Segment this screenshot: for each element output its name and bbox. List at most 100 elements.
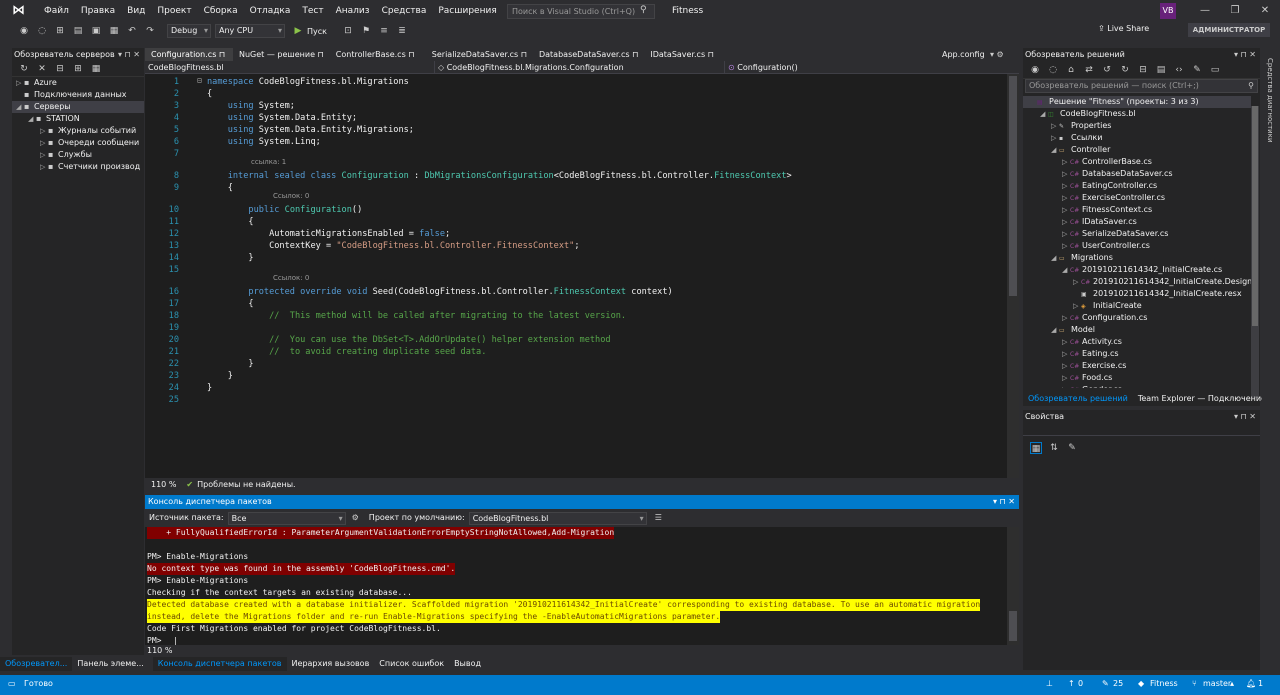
configuration-select[interactable]: Debug (167, 24, 211, 38)
new-project-icon[interactable]: ⊞ (54, 25, 66, 37)
se-home-icon[interactable]: ⌂ (1065, 64, 1077, 76)
pencil-icon[interactable]: ✎ (1102, 677, 1109, 691)
diagnostics-tab[interactable]: Средства диагностики (1266, 58, 1274, 143)
console-scrollbar-thumb[interactable] (1009, 611, 1017, 641)
console-scrollbar[interactable] (1007, 527, 1019, 645)
bottom-tab[interactable]: Список ошибок (374, 657, 449, 671)
unpushed-count[interactable]: 0 (1078, 677, 1083, 691)
solution-tree-item[interactable]: ▷ C# ControllerBase.cs (1023, 156, 1251, 168)
se-forward-icon[interactable]: ◌ (1047, 64, 1059, 76)
repo-name[interactable]: Fitness (1150, 677, 1178, 691)
solution-tree-item[interactable]: ▤ Решение "Fitness" (проекты: 3 из 3) (1023, 96, 1251, 108)
project-dropdown[interactable]: CodeBlogFitness.bl (145, 61, 435, 73)
solution-tree-item[interactable]: ▷ C# Food.cs (1023, 372, 1251, 384)
tree-item[interactable]: ▷ ▪ Azure (12, 77, 144, 89)
connect-server-icon[interactable]: ⊞ (72, 63, 84, 75)
property-pages-icon[interactable]: ✎ (1066, 442, 1078, 454)
branch-icon[interactable]: ⑂ (1192, 677, 1197, 691)
outline-collapse-icon[interactable]: ⊟ (197, 76, 202, 85)
solution-tree-item[interactable]: ▷ C# Configuration.cs (1023, 312, 1251, 324)
lf-icon[interactable]: ⊥ (1046, 677, 1053, 691)
menu-item[interactable]: Сборка (198, 0, 244, 22)
expand-arrow-icon[interactable]: ▷ (1062, 156, 1070, 168)
search-icon[interactable]: ⚲ (640, 5, 647, 15)
se-collapse-icon[interactable]: ⊟ (1137, 64, 1149, 76)
expand-arrow-icon[interactable]: ▷ (1051, 120, 1059, 132)
settings-icon[interactable]: ⚙ (346, 509, 365, 527)
solution-tree-item[interactable]: ▣ 201910211614342_InitialCreate.resx (1023, 288, 1251, 300)
se-show-all-icon[interactable]: ▤ (1155, 64, 1167, 76)
se-back-icon[interactable]: ◉ (1029, 64, 1041, 76)
quick-launch-input[interactable]: Поиск в Visual Studio (Ctrl+Q) (507, 4, 655, 19)
tab-app-config[interactable]: App.config (942, 48, 985, 61)
expand-arrow-icon[interactable]: ▷ (1062, 240, 1070, 252)
undo-icon[interactable]: ↶ (126, 25, 138, 37)
expand-arrow-icon[interactable]: ▷ (40, 137, 48, 149)
restore-icon[interactable]: ❐ (1226, 2, 1244, 20)
expand-arrow-icon[interactable]: ◢ (1040, 108, 1048, 120)
editor-scrollbar[interactable] (1007, 74, 1019, 478)
menu-item[interactable]: Файл (38, 0, 75, 22)
solution-tree-item[interactable]: ▷ ✎ Properties (1023, 120, 1251, 132)
expand-arrow-icon[interactable]: ▷ (1062, 192, 1070, 204)
uncomment-icon[interactable]: ≣ (396, 25, 408, 37)
refresh-icon[interactable]: ↻ (18, 63, 30, 75)
menu-item[interactable]: Расширения (432, 0, 502, 22)
tree-item[interactable]: ▪ Подключения данных (12, 89, 144, 101)
solution-panel-tab[interactable]: Team Explorer — Подключение (1133, 393, 1271, 405)
avatar[interactable]: VB (1160, 3, 1176, 19)
solution-tree-item[interactable]: ▷ ▪ Ссылки (1023, 132, 1251, 144)
tab-pin-icon[interactable]: ⊓ (406, 50, 414, 59)
document-tab[interactable]: IDataSaver.cs ⊓ (644, 48, 740, 61)
expand-arrow-icon[interactable]: ▷ (1073, 276, 1081, 288)
expand-arrow-icon[interactable]: ▷ (1051, 132, 1059, 144)
expand-arrow-icon[interactable]: ▷ (1062, 372, 1070, 384)
tree-item[interactable]: ◢ ▪ Серверы (12, 101, 144, 113)
expand-arrow-icon[interactable]: ▷ (40, 161, 48, 173)
document-tab[interactable]: SerializeDataSaver.cs ⊓ (426, 48, 533, 61)
expand-arrow-icon[interactable]: ◢ (1051, 324, 1059, 336)
member-dropdown[interactable]: ⊙ Configuration() (725, 61, 1005, 73)
changes-count[interactable]: 25 (1113, 677, 1123, 691)
menu-item[interactable]: Анализ (330, 0, 376, 22)
solution-tree-item[interactable]: ▷C#201910211614342_InitialCreate.Designe… (1023, 276, 1251, 288)
notifications-icon[interactable]: 🔔︎ (1246, 677, 1256, 691)
expand-arrow-icon[interactable]: ▷ (1062, 360, 1070, 372)
expand-arrow-icon[interactable]: ◢ (28, 113, 36, 125)
props-panel-controls-icon[interactable]: ▾ ⊓ ✕ (1234, 410, 1260, 423)
expand-arrow-icon[interactable]: ▷ (16, 77, 24, 89)
expand-arrow-icon[interactable]: ◢ (1051, 144, 1059, 156)
menu-item[interactable]: Вид (121, 0, 151, 22)
solution-tree-item[interactable]: ▷ C# Eating.cs (1023, 348, 1251, 360)
solution-tree-item[interactable]: ◢ C# 201910211614342_InitialCreate.cs (1023, 264, 1251, 276)
expand-arrow-icon[interactable]: ▷ (40, 125, 48, 137)
solution-tree-item[interactable]: ◢ ▭ Controller (1023, 144, 1251, 156)
expand-arrow-icon[interactable]: ▷ (1062, 348, 1070, 360)
solution-scrollbar-thumb[interactable] (1252, 106, 1258, 326)
solution-tree-item[interactable]: ▷ C# IDataSaver.cs (1023, 216, 1251, 228)
comment-icon[interactable]: ≡ (378, 25, 390, 37)
expand-arrow-icon[interactable]: ▷ (1062, 216, 1070, 228)
tree-item[interactable]: ▷ ▪ Очереди сообщени (12, 137, 144, 149)
expand-arrow-icon[interactable]: ▷ (1062, 228, 1070, 240)
up-arrow-icon[interactable]: ↑ (1068, 677, 1075, 691)
se-panel-controls-icon[interactable]: ▾ ⊓ ✕ (1234, 48, 1260, 61)
run-button[interactable]: Пуск (307, 27, 327, 36)
codelens-references[interactable]: Ссылок: 0 (273, 274, 309, 282)
save-icon[interactable]: ▣ (90, 25, 102, 37)
categorized-icon[interactable]: ▦ (1030, 442, 1042, 454)
redo-icon[interactable]: ↷ (144, 25, 156, 37)
connect-db-icon[interactable]: ⊟ (54, 63, 66, 75)
solution-tree-item[interactable]: ▷ C# DatabaseDataSaver.cs (1023, 168, 1251, 180)
codelens-references[interactable]: Ссылок: 0 (273, 192, 309, 200)
open-icon[interactable]: ▤ (72, 25, 84, 37)
se-refresh-icon[interactable]: ↻ (1119, 64, 1131, 76)
package-source-select[interactable]: Все (227, 511, 346, 525)
se-sync-icon[interactable]: ⇄ (1083, 64, 1095, 76)
solution-tree-item[interactable]: ▷ C# SerializeDataSaver.cs (1023, 228, 1251, 240)
tree-item[interactable]: ▷ ▪ Службы (12, 149, 144, 161)
run-icon[interactable]: ▶ (292, 25, 304, 37)
tab-pin-icon[interactable]: ⊓ (705, 50, 714, 59)
branch-name[interactable]: master (1203, 677, 1231, 691)
se-pending-icon[interactable]: ↺ (1101, 64, 1113, 76)
